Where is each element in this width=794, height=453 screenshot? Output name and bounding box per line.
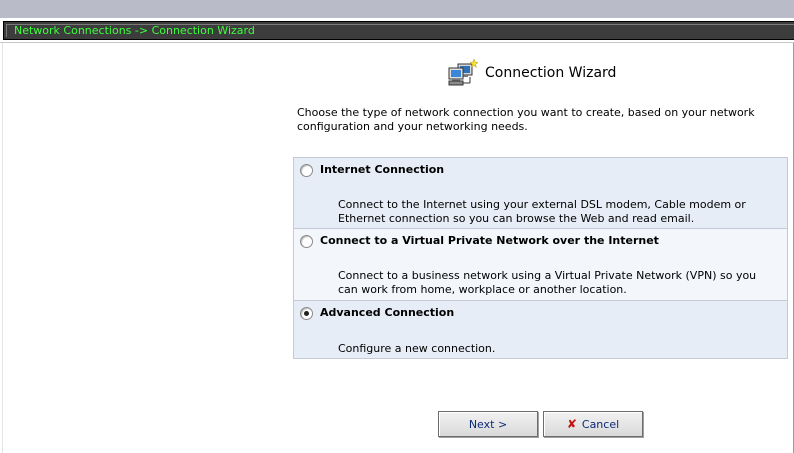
cancel-button[interactable]: ✘ Cancel [543,411,643,437]
option-label: Advanced Connection [320,306,455,319]
title-row: Connection Wizard [446,58,616,88]
red-x-icon: ✘ [566,417,577,431]
intro-text: Choose the type of network connection yo… [297,106,755,133]
next-button-label: Next > [468,417,508,431]
radio-internet-connection[interactable] [300,164,313,177]
option-description: Configure a new connection. [338,342,496,355]
option-description: Connect to the Internet using your exter… [338,198,746,225]
option-label: Internet Connection [320,163,445,176]
option-advanced-connection[interactable]: Advanced Connection Configure a new conn… [293,301,788,359]
page-title: Connection Wizard [485,65,617,81]
breadcrumb-text: Network Connections -> Connection Wizard [14,24,255,37]
connection-wizard-page: Network Connections -> Connection Wizard [0,0,794,453]
next-button[interactable]: Next > [438,411,538,437]
option-description: Connect to a business network using a Vi… [338,269,757,296]
header-divider [0,42,794,43]
option-internet-connection[interactable]: Internet Connection Connect to the Inter… [293,157,788,229]
option-label: Connect to a Virtual Private Network ove… [320,234,659,247]
network-wizard-icon [446,58,480,88]
top-band [0,0,794,18]
radio-vpn-connection[interactable] [300,235,313,248]
cancel-button-label: Cancel [581,417,620,431]
breadcrumb: Network Connections -> Connection Wizard [3,21,794,40]
left-pane-border [2,43,3,453]
option-vpn-connection[interactable]: Connect to a Virtual Private Network ove… [293,229,788,301]
radio-advanced-connection[interactable] [300,307,313,320]
